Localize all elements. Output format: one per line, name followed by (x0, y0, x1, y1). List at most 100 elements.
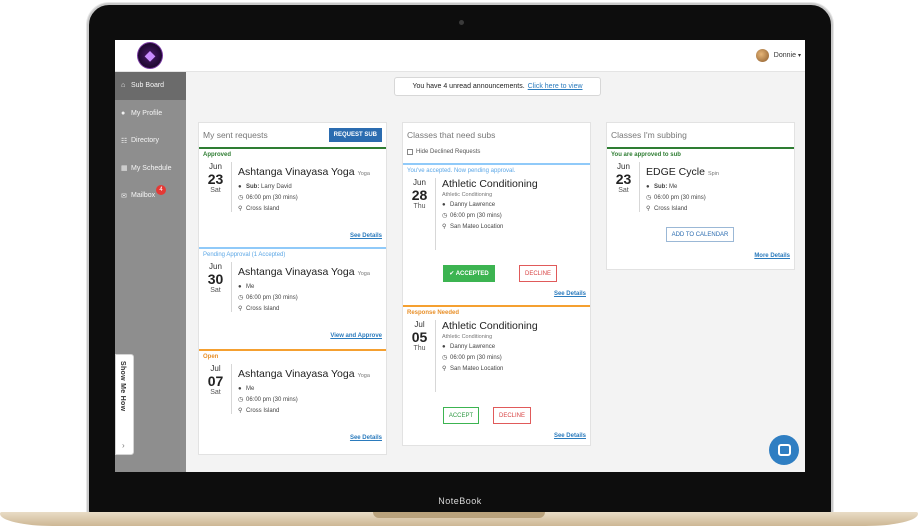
date-day: 05 (411, 329, 428, 345)
person-name: Me (246, 386, 255, 392)
date-block: Jun 23 Sat (203, 162, 232, 212)
time-line: ◷ 06:00 pm (30 mins) (646, 194, 719, 202)
card-body: Jun 30 Sat Ashtanga Vinayasa Yoga Yoga ● M… (203, 262, 382, 312)
class-time: 06:00 pm (30 mins) (246, 396, 298, 403)
date-weekday: Sat (210, 187, 221, 194)
class-info: EDGE Cycle Spin ● Sub: Me ◷ 06:00 pm (30 mi… (646, 162, 719, 212)
sidebar-item-my-schedule[interactable]: ▦ My Schedule (115, 155, 186, 183)
clock-icon: ◷ (238, 195, 244, 201)
see-details-link[interactable]: See Details (554, 291, 586, 297)
time-line: ◷ 06:00 pm (30 mins) (442, 354, 538, 362)
person-icon: ● (646, 184, 650, 190)
see-details-link[interactable]: See Details (350, 233, 382, 239)
date-month: Jun (209, 262, 222, 271)
date-day: 23 (207, 171, 224, 187)
date-block: Jul 05 Thu (407, 320, 436, 392)
class-info: Ashtanga Vinayasa Yoga Yoga ● Me ◷ 06:00 pm… (238, 262, 370, 312)
class-category: Yoga (357, 373, 370, 379)
person-line: ● Me (238, 284, 370, 290)
camera (459, 20, 464, 25)
announcement-link[interactable]: Click here to view (528, 83, 583, 90)
class-location: Cross Island (246, 205, 280, 212)
clock-icon: ◷ (238, 295, 244, 301)
person-line: ● Danny Lawrence (442, 344, 538, 350)
class-location: Cross Island (654, 205, 688, 212)
sidebar-item-sub-board[interactable]: ⌂ Sub Board (115, 72, 186, 100)
card-body: Jun 23 Sat EDGE Cycle Spin ● Sub: Me ◷ 06:0… (611, 162, 790, 212)
subbing-card: You are approved to sub Jun 23 Sat EDGE … (607, 147, 794, 269)
request-card-open: Open Jul 07 Sat Ashtanga Vinayasa Yoga Yo… (199, 349, 386, 451)
panel-title: Classes I'm subbing (611, 130, 687, 140)
logo-icon[interactable]: ◆ (137, 42, 163, 69)
need-subs-panel: Classes that need subs Hide Declined Req… (402, 122, 591, 446)
class-time: 06:00 pm (30 mins) (450, 354, 502, 361)
date-month: Jun (617, 162, 630, 171)
panel-title: Classes that need subs (407, 130, 496, 140)
person-icon: ● (442, 344, 446, 350)
user-menu[interactable]: Donnie ▾ (755, 49, 801, 62)
map-pin-icon: ⚲ (442, 366, 447, 372)
sidebar-item-label: My Schedule (131, 164, 172, 172)
time-line: ◷ 06:00 pm (30 mins) (442, 212, 538, 220)
panel-header: My sent requests REQUEST SUB (199, 123, 386, 147)
class-subtitle: Athletic Conditioning (442, 192, 493, 198)
device-brand-label: NoteBook (438, 496, 482, 506)
decline-button[interactable]: DECLINE (519, 265, 557, 282)
time-line: ◷ 06:00 pm (30 mins) (238, 194, 370, 202)
sidebar: ⌂ Sub Board ● My Profile ☷ Directory ▦ M… (115, 72, 186, 472)
date-day: 30 (207, 271, 224, 287)
time-line: ◷ 06:00 pm (30 mins) (238, 294, 370, 302)
more-details-link[interactable]: More Details (754, 253, 790, 259)
class-title: EDGE Cycle (646, 166, 705, 178)
add-to-calendar-button[interactable]: ADD TO CALENDAR (666, 227, 734, 242)
location-line: ⚲ San Mateo Location (442, 223, 538, 231)
class-category: Yoga (357, 171, 370, 177)
person-name: Me (246, 284, 255, 290)
sidebar-item-directory[interactable]: ☷ Directory (115, 127, 186, 155)
class-time: 06:00 pm (30 mins) (246, 194, 298, 201)
card-body: Jul 07 Sat Ashtanga Vinayasa Yoga Yoga ● M… (203, 364, 382, 414)
unread-badge: 4 (156, 185, 166, 195)
class-title: Athletic Conditioning (442, 178, 538, 190)
see-details-link[interactable]: See Details (350, 435, 382, 441)
request-card-pending: Pending Approval (1 Accepted) Jun 30 Sat… (199, 247, 386, 349)
date-weekday: Thu (413, 203, 426, 210)
class-category: Yoga (357, 271, 370, 277)
user-name: Donnie (773, 52, 796, 59)
decline-button[interactable]: DECLINE (493, 407, 531, 424)
hide-declined-label: Hide Declined Requests (416, 149, 481, 155)
show-me-how-tab[interactable]: Show Me How › (115, 354, 134, 455)
request-sub-button[interactable]: REQUEST SUB (328, 128, 382, 142)
location-line: ⚲ Cross Island (238, 305, 370, 313)
chevron-down-icon: ▾ (797, 53, 801, 59)
date-weekday: Sat (210, 287, 221, 294)
accepted-button[interactable]: ✔ ACCEPTED (443, 265, 495, 282)
sent-requests-panel: My sent requests REQUEST SUB Approved Ju… (198, 122, 387, 455)
sidebar-item-mailbox[interactable]: ✉ Mailbox 4 (115, 182, 186, 210)
subbing-panel: Classes I'm subbing You are approved to … (606, 122, 795, 270)
person-name: Danny Lawrence (450, 202, 496, 208)
hide-declined-toggle[interactable]: Hide Declined Requests (403, 147, 590, 157)
clock-icon: ◷ (646, 195, 652, 201)
sidebar-item-label: My Profile (131, 109, 163, 117)
view-and-approve-link[interactable]: View and Approve (330, 333, 382, 339)
see-details-link[interactable]: See Details (554, 433, 586, 439)
class-title: Athletic Conditioning (442, 320, 538, 332)
users-icon: ☷ (121, 137, 128, 145)
announcement-bar: You have 4 unread announcements. Click h… (394, 77, 601, 96)
sub-label: Sub: (654, 184, 668, 190)
date-day: 23 (615, 171, 632, 187)
date-block: Jun 30 Sat (203, 262, 232, 312)
accept-button[interactable]: ACCEPT (443, 407, 479, 424)
status-label: Response Needed (407, 310, 460, 316)
hide-declined-checkbox[interactable] (407, 149, 413, 155)
sidebar-item-label: Mailbox (131, 192, 156, 200)
need-sub-card-accepted: You've accepted. Now pending approval. J… (403, 163, 590, 305)
class-location: Cross Island (246, 407, 280, 414)
person-icon: ● (238, 284, 242, 290)
sidebar-item-my-profile[interactable]: ● My Profile (115, 100, 186, 128)
map-pin-icon: ⚲ (646, 206, 651, 212)
class-title: Ashtanga Vinayasa Yoga (238, 266, 355, 278)
sub-line: ● Sub: Larry David (238, 184, 370, 190)
chat-icon[interactable] (769, 435, 799, 465)
